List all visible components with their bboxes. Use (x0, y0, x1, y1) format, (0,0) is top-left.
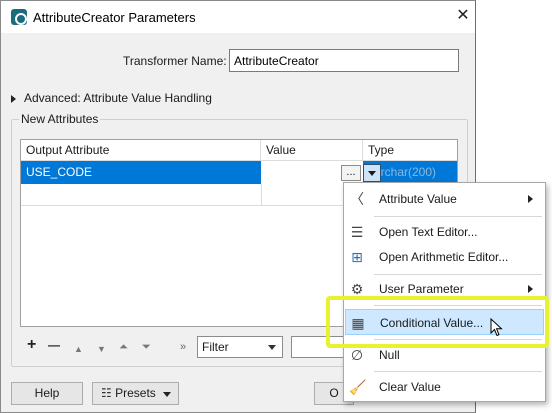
text-editor-icon: ☰ (350, 224, 364, 240)
presets-icon: ☷ (101, 386, 112, 400)
value-dropdown-button[interactable] (363, 164, 381, 182)
menu-item-open-arithmetic-editor[interactable]: ⊞ Open Arithmetic Editor... (345, 244, 544, 270)
menu-separator (374, 371, 542, 372)
add-row-button[interactable]: + (27, 337, 36, 353)
menu-item-label: Clear Value (379, 380, 441, 394)
title-bar: AttributeCreator Parameters ✕ (1, 1, 475, 33)
menu-item-label: Open Arithmetic Editor... (379, 250, 509, 264)
chevron-down-icon (268, 345, 276, 350)
move-down-button[interactable]: ▼ (97, 342, 106, 356)
output-attribute-cell[interactable]: USE_CODE (21, 161, 261, 184)
menu-item-clear-value[interactable]: 🧹 Clear Value (345, 374, 544, 400)
menu-item-label: User Parameter (379, 282, 464, 296)
presets-button[interactable]: ☷ Presets (92, 382, 179, 405)
table-row[interactable]: USE_CODE varchar(200) (21, 161, 457, 184)
attribute-value-icon: 〈 (350, 191, 364, 207)
move-to-bottom-button[interactable]: ⏷ (142, 340, 151, 354)
close-icon[interactable]: ✕ (453, 6, 473, 26)
advanced-section-toggle[interactable]: Advanced: Attribute Value Handling (11, 91, 212, 105)
expand-arrow-icon (11, 94, 16, 103)
menu-item-label: Null (379, 348, 400, 362)
highlight-annotation (326, 296, 549, 348)
move-to-top-button[interactable]: ⏶ (119, 340, 128, 354)
menu-item-label: Attribute Value (379, 192, 457, 206)
clear-value-icon: 🧹 (349, 379, 367, 395)
remove-row-button[interactable]: — (48, 338, 60, 352)
help-button[interactable]: Help (11, 382, 83, 405)
menu-item-label: Open Text Editor... (379, 225, 478, 239)
column-header-type[interactable]: Type (363, 140, 457, 161)
advanced-section-label: Advanced: Attribute Value Handling (24, 91, 212, 105)
filter-select-value: Filter (202, 340, 229, 354)
menu-item-attribute-value[interactable]: 〈 Attribute Value (345, 186, 544, 212)
menu-separator (374, 274, 542, 275)
transformer-name-label: Transformer Name: (123, 54, 227, 68)
expand-toolbar-icon[interactable]: » (180, 341, 186, 353)
fme-app-icon (11, 9, 27, 25)
value-context-menu: 〈 Attribute Value ☰ Open Text Editor... … (343, 182, 546, 402)
column-header-output-attribute[interactable]: Output Attribute (21, 140, 261, 161)
column-header-value[interactable]: Value (261, 140, 363, 161)
presets-label: Presets (115, 386, 156, 400)
mouse-cursor-icon (490, 318, 503, 337)
menu-separator (374, 216, 542, 217)
value-ellipsis-button[interactable]: ... (341, 165, 361, 181)
column-divider (261, 184, 262, 206)
menu-item-open-text-editor[interactable]: ☰ Open Text Editor... (345, 219, 544, 245)
window-title: AttributeCreator Parameters (33, 10, 196, 25)
move-up-button[interactable]: ▲ (74, 342, 83, 356)
new-attributes-group-title: New Attributes (19, 112, 101, 126)
user-parameter-icon: ⚙ (350, 281, 364, 297)
submenu-arrow-icon (528, 195, 533, 203)
null-icon: ∅ (350, 347, 364, 363)
chevron-down-icon (163, 392, 171, 397)
filter-select[interactable]: Filter (197, 336, 283, 358)
submenu-arrow-icon (528, 285, 533, 293)
transformer-name-input[interactable] (229, 49, 459, 72)
arithmetic-editor-icon: ⊞ (351, 249, 363, 265)
